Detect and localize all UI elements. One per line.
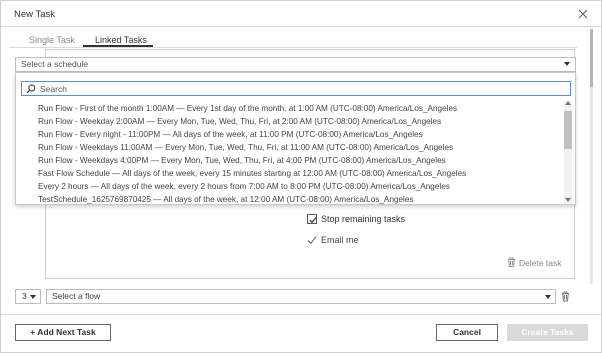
chevron-down-icon	[545, 295, 551, 299]
schedule-option[interactable]: Run Flow - First of the month 1:00AM — E…	[38, 104, 457, 113]
schedule-select[interactable]: Select a schedule	[15, 57, 576, 72]
search-box[interactable]	[21, 81, 571, 96]
tabs-divider	[9, 47, 577, 48]
stop-remaining-label: Stop remaining tasks	[321, 214, 406, 224]
tab-linked-tasks[interactable]: Linked Tasks	[95, 35, 147, 45]
cancel-button[interactable]: Cancel	[436, 324, 498, 341]
schedule-option[interactable]: Fast Flow Schedule — All days of the wee…	[38, 169, 466, 178]
email-me-label: Email me	[321, 235, 359, 245]
schedule-option[interactable]: Run Flow - Weekdays 4:00PM — Every Mon, …	[38, 156, 446, 165]
dialog-title: New Task	[14, 9, 56, 20]
chevron-down-icon	[564, 62, 570, 66]
scroll-up-arrow-icon[interactable]	[565, 101, 571, 105]
schedule-option[interactable]: Run Flow - Every night - 11:00PM — All d…	[38, 130, 423, 139]
delete-task-link[interactable]: Delete task	[519, 258, 562, 268]
chevron-down-icon	[30, 295, 36, 299]
task-order-select[interactable]: 3	[15, 289, 41, 304]
email-check-icon[interactable]	[307, 235, 317, 245]
delete-flow-trash-icon[interactable]	[561, 291, 570, 302]
schedule-option[interactable]: Run Flow - Weekday 2:00AM — Every Mon, T…	[38, 117, 441, 126]
task-order-value: 3	[22, 291, 27, 301]
options-scrollbar-thumb[interactable]	[564, 111, 572, 149]
new-task-dialog: New Task Single Task Linked Tasks Stop r…	[0, 0, 602, 353]
add-next-task-button[interactable]: + Add Next Task	[15, 324, 111, 341]
schedule-options-list: Run Flow - First of the month 1:00AM — E…	[16, 101, 561, 204]
footer-divider	[1, 314, 601, 315]
stop-remaining-checkbox[interactable]	[307, 214, 317, 224]
tab-single-task[interactable]: Single Task	[29, 35, 75, 45]
dialog-scrollbar-thumb[interactable]	[590, 29, 593, 87]
schedule-dropdown: Run Flow - First of the month 1:00AM — E…	[15, 72, 576, 205]
create-tasks-button[interactable]: Create Tasks	[507, 324, 588, 341]
schedule-select-placeholder: Select a schedule	[21, 59, 89, 69]
flow-select[interactable]: Select a flow	[46, 289, 556, 304]
schedule-option[interactable]: TestSchedule_1625769870425 — All days of…	[38, 195, 414, 204]
search-icon	[26, 84, 36, 94]
close-icon[interactable]	[577, 8, 589, 20]
scroll-down-arrow-icon[interactable]	[565, 198, 571, 202]
search-input[interactable]	[40, 82, 560, 95]
header-divider	[1, 26, 601, 27]
flow-select-placeholder: Select a flow	[52, 291, 101, 301]
trash-icon[interactable]	[507, 257, 516, 267]
schedule-option[interactable]: Every 2 hours — All days of the week, ev…	[38, 182, 450, 191]
schedule-option[interactable]: Run Flow - Weekdays 11:00AM — Every Mon,…	[38, 143, 453, 152]
